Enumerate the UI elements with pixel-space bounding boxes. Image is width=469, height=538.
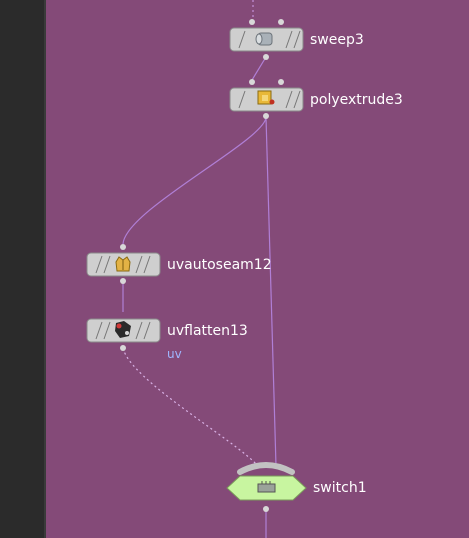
output-connector[interactable]	[263, 113, 269, 119]
node-label[interactable]: uvflatten13	[167, 323, 248, 339]
wire-uvflatten13-to-switch1[interactable]	[122, 347, 259, 467]
node-switch1[interactable]: switch1	[226, 462, 367, 512]
node-uvflatten13[interactable]: uvflatten13 uv	[86, 318, 248, 361]
output-connector[interactable]	[263, 506, 269, 512]
output-connector[interactable]	[120, 345, 126, 351]
node-uvautoseam12[interactable]: uvautoseam12	[86, 244, 272, 284]
node-label[interactable]: switch1	[313, 480, 367, 496]
wire-polyextrude3-to-uvautoseam12[interactable]	[122, 116, 267, 245]
input-connector[interactable]	[278, 19, 284, 25]
input-connector[interactable]	[249, 79, 255, 85]
node-label[interactable]: polyextrude3	[310, 92, 403, 108]
node-flag-uv: uv	[167, 347, 182, 361]
output-connector[interactable]	[120, 278, 126, 284]
node-sweep3[interactable]: sweep3	[229, 19, 364, 60]
input-connector[interactable]	[120, 244, 126, 250]
multi-input-connector[interactable]	[237, 462, 295, 475]
wire-polyextrude3-to-switch1[interactable]	[265, 116, 277, 467]
sweep-icon	[255, 32, 273, 46]
node-polyextrude3[interactable]: polyextrude3	[229, 79, 403, 119]
output-connector[interactable]	[263, 54, 269, 60]
node-label[interactable]: sweep3	[310, 32, 364, 48]
node-label[interactable]: uvautoseam12	[167, 257, 272, 273]
wire-sweep3-to-polyextrude3[interactable]	[251, 56, 267, 81]
input-connector[interactable]	[278, 79, 284, 85]
node-network[interactable]: sweep3 polyextrude3 uvautoseam12 uvflatt…	[0, 0, 469, 538]
input-connector[interactable]	[249, 19, 255, 25]
